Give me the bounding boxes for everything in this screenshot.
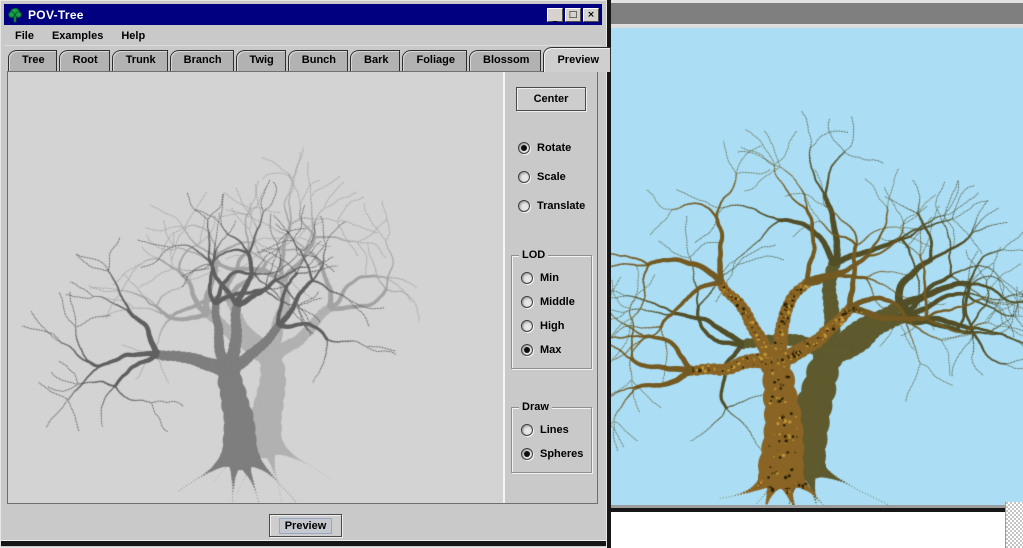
radio-translate[interactable]: Translate [518, 200, 585, 212]
radio-label: Max [540, 344, 561, 356]
radio-label: Translate [537, 200, 585, 212]
lod-group: LOD MinMiddleHighMax [511, 255, 592, 369]
tab-foliage[interactable]: Foliage [402, 50, 467, 71]
center-button[interactable]: Center [516, 87, 586, 111]
maximize-button[interactable]: □ [565, 8, 581, 22]
scrollbar-track[interactable] [1005, 502, 1023, 548]
render-window-bottom-area [611, 512, 1023, 548]
radio-label: Min [540, 272, 559, 284]
render-window-top-bar [611, 3, 1023, 25]
povtree-window: POV-Tree _ □ × FileExamplesHelp TreeRoot… [0, 0, 607, 548]
minimize-button[interactable]: _ [547, 8, 563, 22]
render-window [607, 0, 1023, 548]
radio-middle[interactable]: Middle [521, 296, 591, 308]
radio-icon [521, 448, 533, 460]
titlebar[interactable]: POV-Tree _ □ × [4, 4, 602, 25]
tab-blossom[interactable]: Blossom [469, 50, 541, 71]
preview-button[interactable]: Preview [269, 514, 342, 537]
radio-icon [521, 272, 533, 284]
screen: POV-Tree _ □ × FileExamplesHelp TreeRoot… [0, 0, 1023, 548]
radio-label: Rotate [537, 142, 571, 154]
lod-radio-group: Min Middle High Max [512, 256, 591, 368]
radio-icon [518, 142, 530, 154]
window-controls: _ □ × [547, 8, 599, 22]
draw-group: Draw LinesSpheres [511, 407, 592, 473]
preview-controls-panel: Center Rotate Scale Translate LOD Min Middl… [503, 72, 597, 503]
menubar: FileExamplesHelp [4, 26, 602, 46]
app-tree-icon [7, 7, 23, 23]
menu-help[interactable]: Help [112, 27, 154, 45]
radio-label: Scale [537, 171, 566, 183]
radio-label: Spheres [540, 448, 583, 460]
preview-tab-content: Center Rotate Scale Translate LOD Min Middl… [7, 71, 598, 504]
radio-spheres[interactable]: Spheres [521, 448, 591, 460]
menu-file[interactable]: File [6, 27, 43, 45]
menu-examples[interactable]: Examples [43, 27, 112, 45]
window-title: POV-Tree [28, 8, 84, 22]
draw-radio-group: Lines Spheres [512, 408, 591, 472]
preview-button-label: Preview [280, 519, 332, 533]
transform-radio-group: Rotate Scale Translate [518, 142, 585, 212]
tab-branch[interactable]: Branch [170, 50, 234, 71]
close-button[interactable]: × [583, 8, 599, 22]
tab-root[interactable]: Root [59, 50, 110, 71]
lod-group-title: LOD [519, 249, 548, 261]
tab-bark[interactable]: Bark [350, 50, 400, 71]
radio-rotate[interactable]: Rotate [518, 142, 585, 154]
tab-twig[interactable]: Twig [236, 50, 286, 71]
draw-group-title: Draw [519, 401, 552, 413]
radio-label: Lines [540, 424, 569, 436]
radio-lines[interactable]: Lines [521, 424, 591, 436]
tab-bar: TreeRootTrunkBranchTwigBunchBarkFoliageB… [5, 46, 602, 71]
radio-min[interactable]: Min [521, 272, 591, 284]
bottom-bar: Preview [4, 505, 602, 540]
radio-high[interactable]: High [521, 320, 591, 332]
radio-label: Middle [540, 296, 575, 308]
tab-preview[interactable]: Preview [543, 47, 611, 72]
radio-icon [521, 296, 533, 308]
radio-scale[interactable]: Scale [518, 171, 585, 183]
tab-trunk[interactable]: Trunk [112, 50, 168, 71]
radio-icon [518, 171, 530, 183]
radio-max[interactable]: Max [521, 344, 591, 356]
radio-icon [521, 424, 533, 436]
radio-icon [521, 344, 533, 356]
tab-tree[interactable]: Tree [8, 50, 57, 71]
preview-canvas[interactable] [8, 72, 503, 503]
rendered-tree-image [611, 28, 1023, 505]
radio-icon [521, 320, 533, 332]
window-bottom-edge [1, 540, 606, 546]
tab-bunch[interactable]: Bunch [288, 50, 348, 71]
radio-label: High [540, 320, 564, 332]
radio-icon [518, 200, 530, 212]
